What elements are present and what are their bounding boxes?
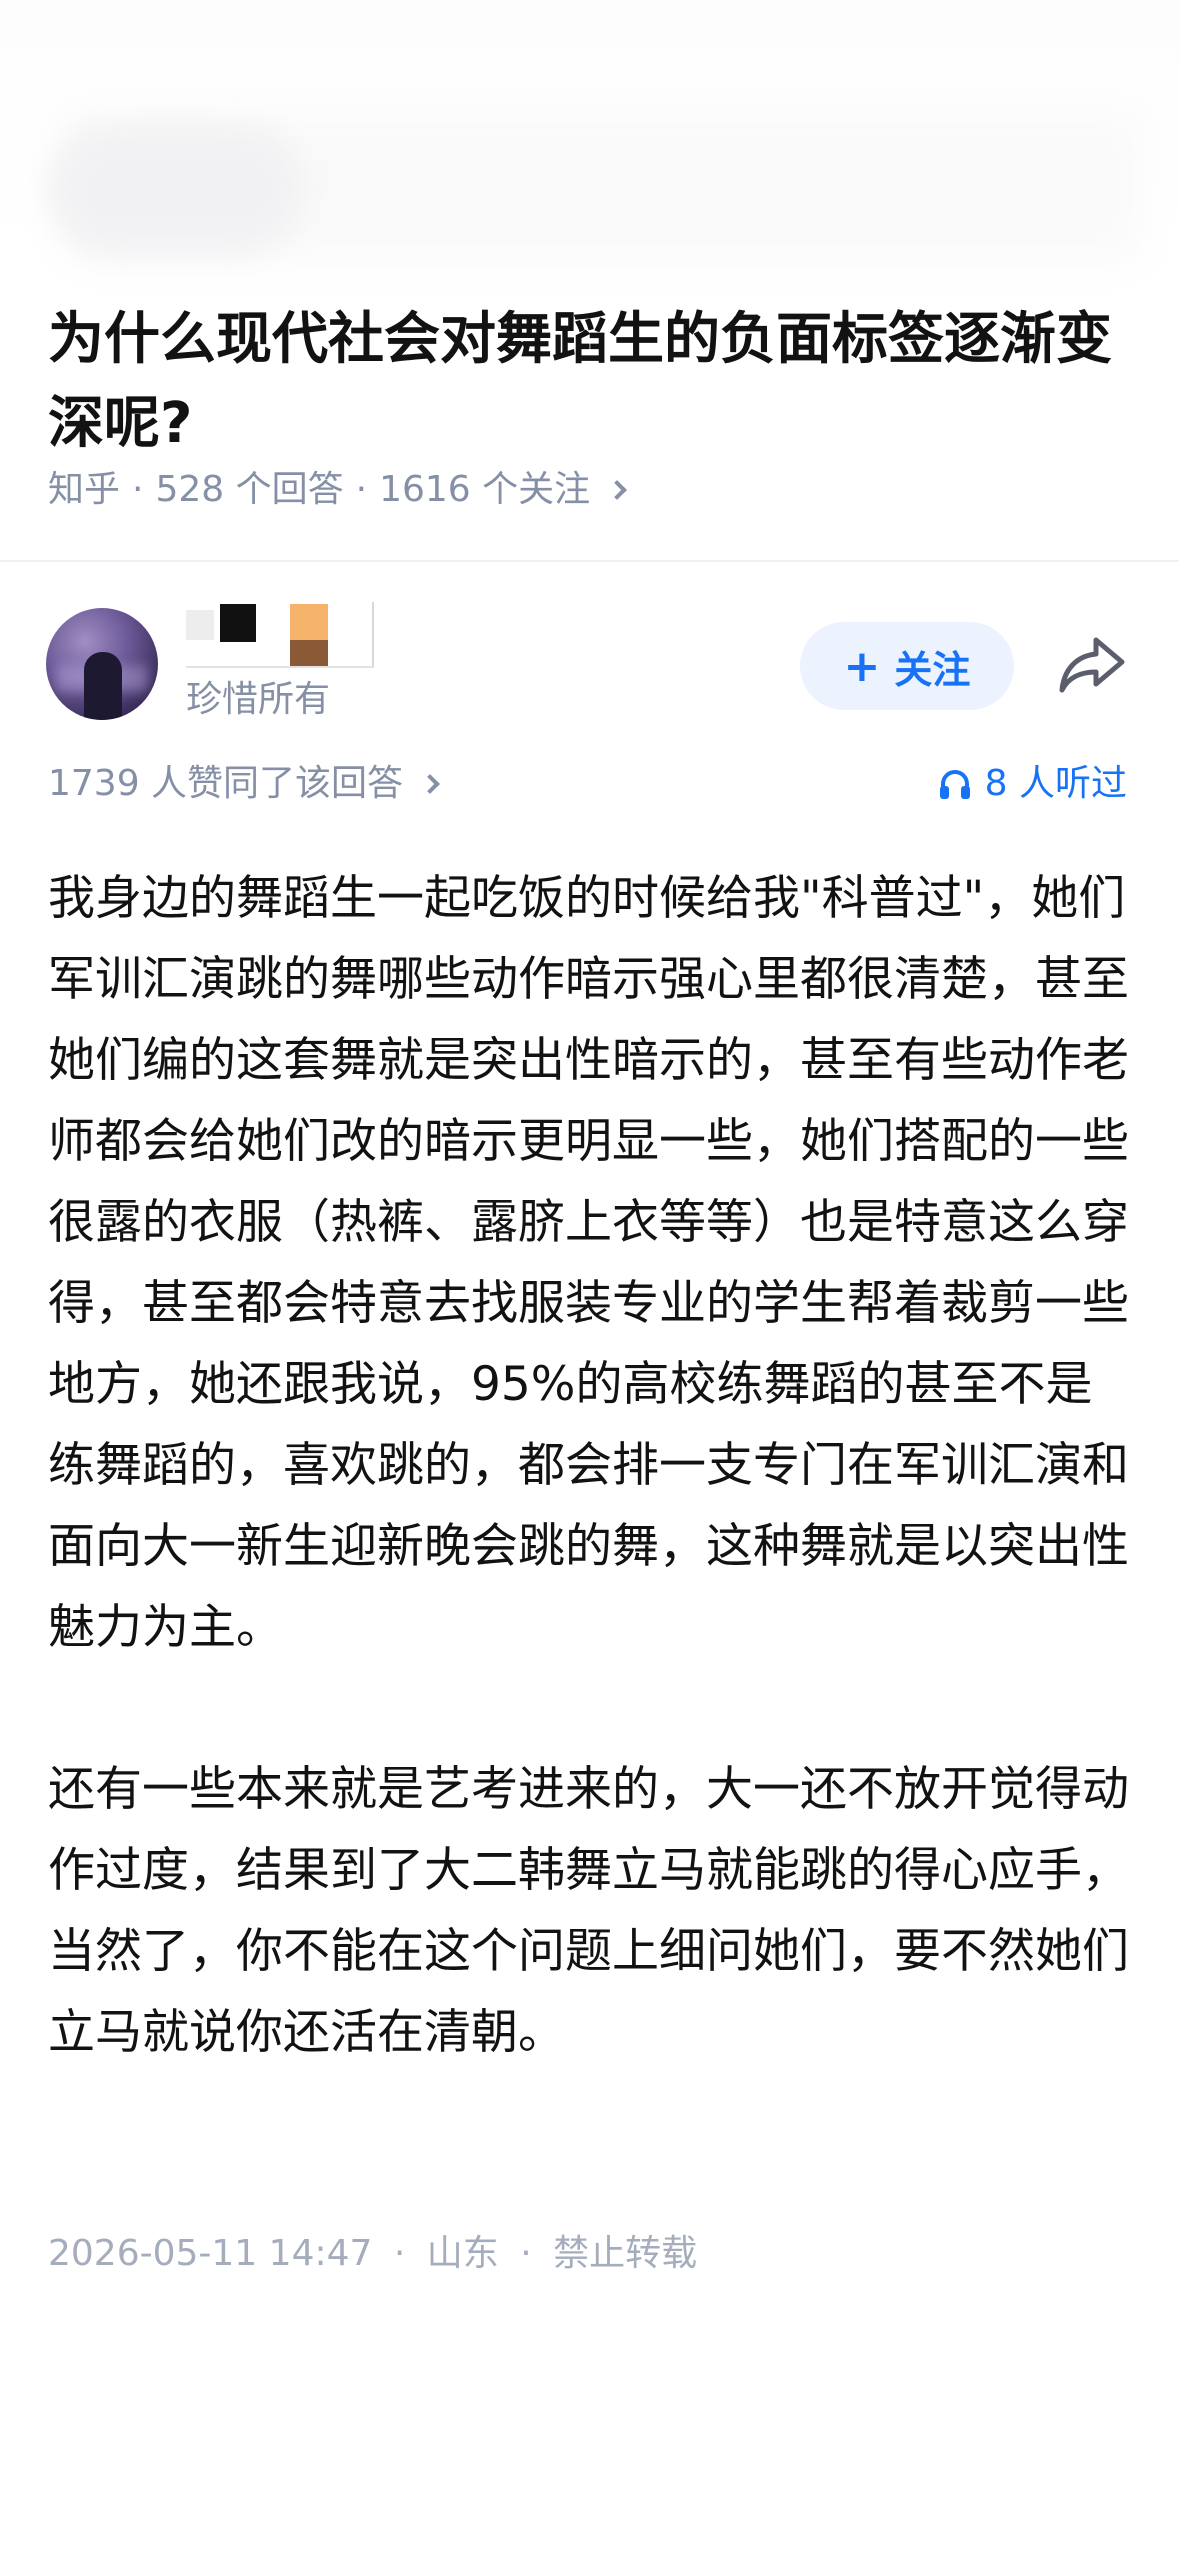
vote-count: 1739 人赞同了该回答 [48, 763, 404, 804]
chevron-right-icon [420, 774, 440, 794]
answer-footer: 2026-05-11 14:47 · 山东 · 禁止转载 [48, 2226, 697, 2282]
vote-summary[interactable]: 1739 人赞同了该回答 [48, 756, 440, 812]
copyright-notice: 禁止转载 [553, 2233, 698, 2274]
footer-separator: · [520, 2233, 532, 2274]
question-title[interactable]: 为什么现代社会对舞蹈生的负面标签逐渐变深呢? [48, 298, 1138, 466]
pixelated-username[interactable] [186, 602, 382, 668]
meta-separator: · [132, 469, 144, 510]
blurred-back-button [46, 124, 306, 254]
source-label: 知乎 [48, 469, 121, 510]
section-divider [0, 560, 1179, 562]
chevron-right-icon [607, 480, 628, 500]
post-location: 山东 [426, 2233, 499, 2274]
answer-paragraph: 还有一些本来就是艺考进来的，大一还不放开觉得动作过度，结果到了大二韩舞立马就能跳… [48, 1762, 1129, 2060]
follow-button[interactable]: + 关注 [800, 622, 1014, 710]
avatar[interactable] [46, 608, 158, 720]
answer-content: 我身边的舞蹈生一起吃饭的时候给我"科普过"，她们军训汇演跳的舞哪些动作暗示强心里… [48, 858, 1134, 2073]
answer-page: 为什么现代社会对舞蹈生的负面标签逐渐变深呢? 知乎 · 528 个回答 · 16… [0, 0, 1179, 2556]
answers-count: 528 个回答 [155, 469, 344, 510]
headphones-icon [939, 770, 970, 799]
listen-count: 8 人听过 [984, 763, 1127, 804]
question-meta[interactable]: 知乎 · 528 个回答 · 1616 个关注 [48, 462, 628, 518]
post-datetime: 2026-05-11 14:47 [48, 2233, 373, 2274]
meta-separator: · [355, 469, 368, 510]
footer-separator: · [393, 2233, 406, 2274]
share-icon[interactable] [1056, 632, 1128, 696]
listen-button[interactable]: 8 人听过 [937, 756, 1127, 812]
plus-icon: + [843, 640, 881, 692]
answer-paragraph: 我身边的舞蹈生一起吃饭的时候给我"科普过"，她们军训汇演跳的舞哪些动作暗示强心里… [48, 871, 1129, 1655]
author-name[interactable]: 珍惜所有 [186, 672, 330, 728]
follow-label: 关注 [894, 647, 971, 692]
blurred-header [0, 0, 1179, 270]
followers-count: 1616 个关注 [379, 469, 591, 510]
